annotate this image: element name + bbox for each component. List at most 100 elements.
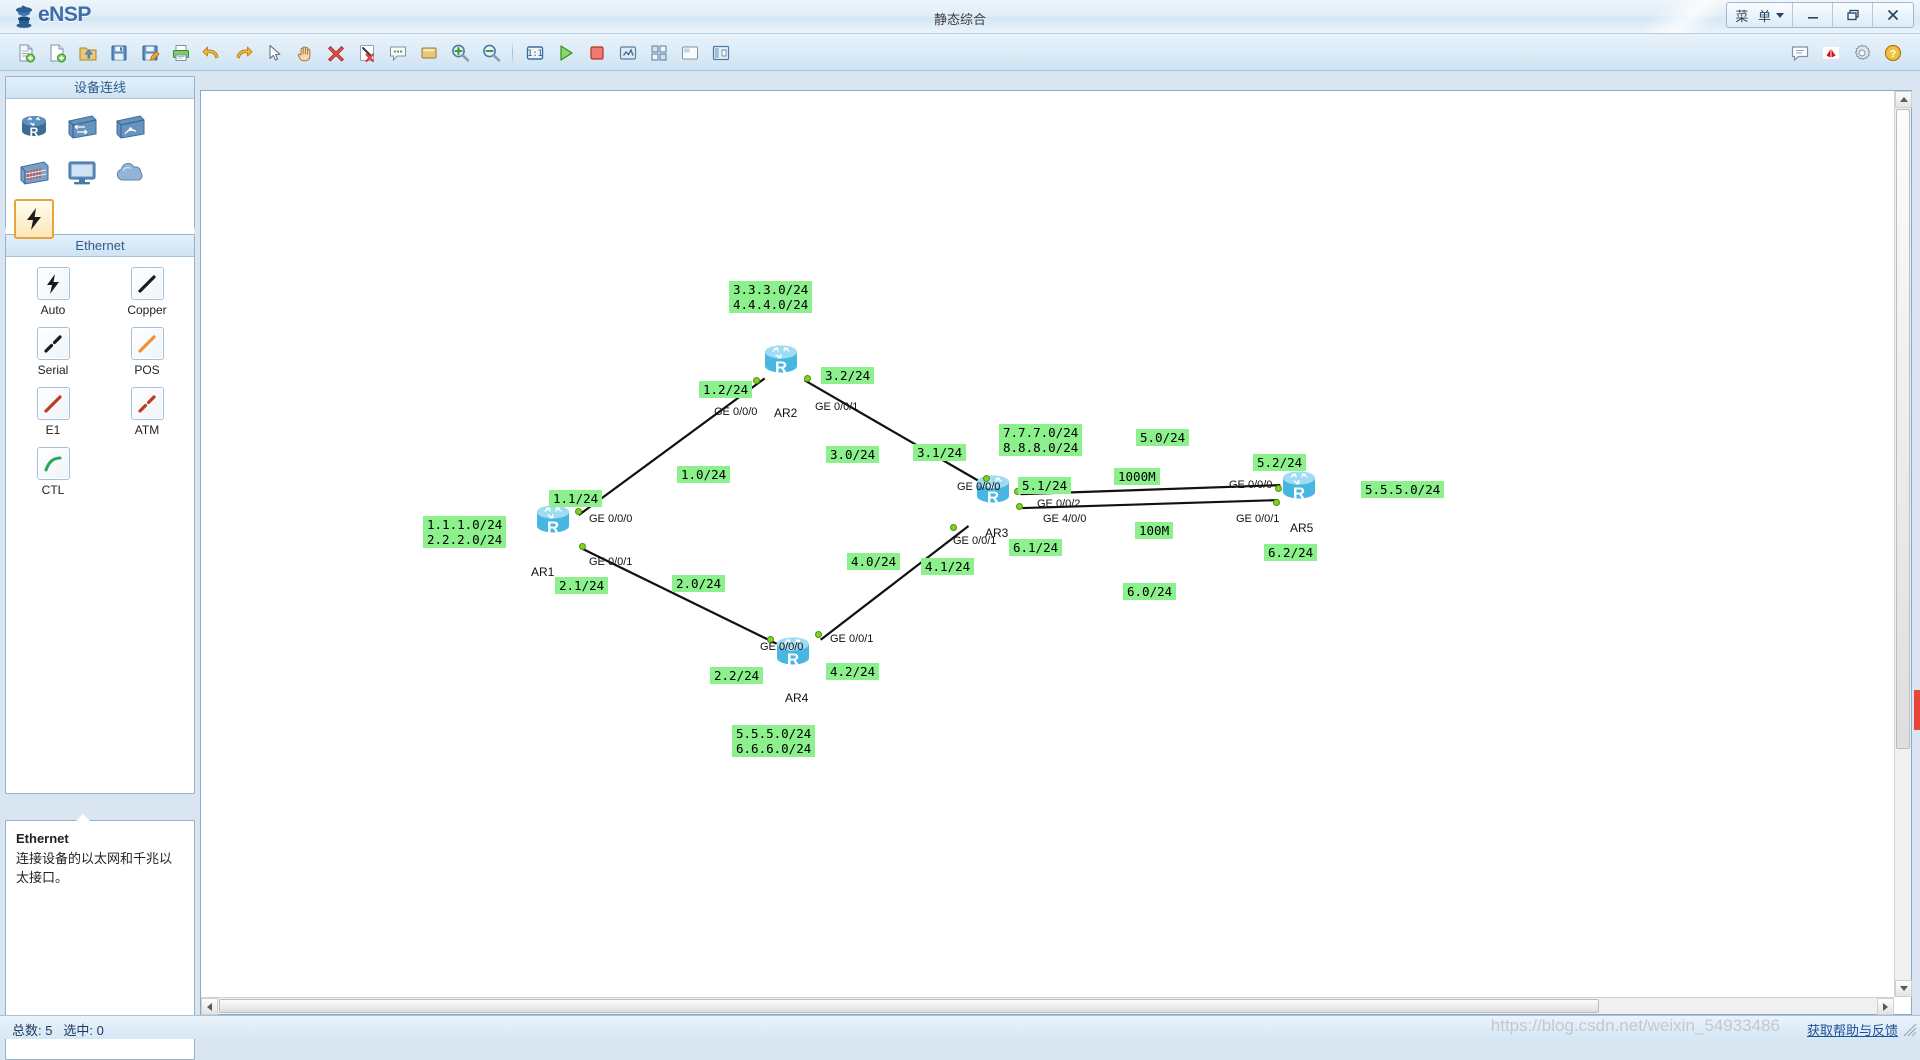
actual-size-button[interactable]: 1:1 [521, 39, 548, 66]
help-feedback-link[interactable]: 获取帮助与反馈 [1807, 1020, 1898, 1039]
chevron-down-icon [1900, 986, 1908, 991]
canvas-horizontal-scrollbar[interactable] [201, 997, 1894, 1014]
topology-node-ar4[interactable]: R [770, 632, 816, 674]
topology-link[interactable] [805, 380, 983, 483]
minimize-button[interactable] [1793, 3, 1833, 27]
select-tool-button[interactable] [260, 39, 287, 66]
grid-button[interactable] [645, 39, 672, 66]
annotation-tag[interactable]: 3.0/24 [826, 446, 879, 463]
cable-pos[interactable]: POS [100, 327, 194, 377]
device-switch[interactable] [62, 107, 102, 147]
cable-auto[interactable]: Auto [6, 267, 100, 317]
topology-link[interactable] [579, 378, 765, 515]
annotation-tag[interactable]: 5.5.5.0/24 6.6.6.0/24 [732, 725, 815, 757]
annotation-tag[interactable]: 4.0/24 [847, 553, 900, 570]
background-button[interactable] [676, 39, 703, 66]
new-topology-button[interactable] [12, 39, 39, 66]
save-button[interactable] [105, 39, 132, 66]
restore-panel-icon [711, 43, 731, 63]
zoom-out-button[interactable] [477, 39, 504, 66]
cable-ctl[interactable]: CTL [6, 447, 100, 497]
horizontal-scroll-thumb[interactable] [219, 999, 1599, 1013]
annotation-tag[interactable]: 6.1/24 [1009, 539, 1062, 556]
cable-copper[interactable]: Copper [100, 267, 194, 317]
device-palette-title: 设备连线 [6, 77, 194, 99]
device-router[interactable]: R [14, 107, 54, 147]
annotation-tag[interactable]: 5.0/24 [1136, 429, 1189, 446]
toolbar-right-group: ? [1784, 37, 1908, 68]
annotation-tag[interactable]: 1000M [1114, 468, 1160, 485]
pan-tool-button[interactable] [291, 39, 318, 66]
vertical-scroll-thumb[interactable] [1896, 109, 1910, 749]
annotation-tag[interactable]: 5.5.5.0/24 [1361, 481, 1444, 498]
topology-link[interactable] [821, 526, 969, 640]
menu-button[interactable]: 菜 单 [1727, 3, 1793, 27]
new-document-icon [16, 43, 36, 63]
cable-serial[interactable]: Serial [6, 327, 100, 377]
resize-grip[interactable] [1903, 1023, 1917, 1037]
capture-icon [618, 43, 638, 63]
zoom-in-button[interactable] [446, 39, 473, 66]
annotation-tag[interactable]: 6.0/24 [1123, 583, 1176, 600]
redo-button[interactable] [229, 39, 256, 66]
device-cloud[interactable] [110, 153, 150, 193]
topology-canvas[interactable]: R R R R R AR1AR2AR3AR4AR5GE 0/0/0GE 0/0/… [201, 91, 1894, 997]
start-all-button[interactable] [552, 39, 579, 66]
device-endpoint[interactable] [62, 153, 102, 193]
scroll-left-button[interactable] [201, 998, 218, 1015]
cable-e1[interactable]: E1 [6, 387, 100, 437]
huawei-button[interactable] [1817, 39, 1844, 66]
annotation-tag[interactable]: 3.2/24 [821, 367, 874, 384]
device-palette: 设备连线 R [5, 76, 195, 228]
annotation-tag[interactable]: 7.7.7.0/24 8.8.8.0/24 [999, 424, 1082, 456]
stop-all-button[interactable] [583, 39, 610, 66]
scroll-up-button[interactable] [1895, 91, 1912, 108]
device-connection[interactable] [14, 199, 54, 239]
annotation-tag[interactable]: 4.1/24 [921, 558, 974, 575]
settings-button[interactable] [1848, 39, 1875, 66]
feedback-button[interactable] [1786, 39, 1813, 66]
scroll-down-button[interactable] [1895, 980, 1912, 997]
annotation-tag[interactable]: 5.2/24 [1253, 454, 1306, 471]
annotation-tag[interactable]: 6.2/24 [1264, 544, 1317, 561]
redo-arrow-icon [233, 43, 253, 63]
new-blank-button[interactable] [43, 39, 70, 66]
topology-node-ar2[interactable]: R [758, 340, 804, 382]
save-as-button[interactable] [136, 39, 163, 66]
delete-cable-button[interactable] [353, 39, 380, 66]
annotation-tag[interactable]: 1.1.1.0/24 2.2.2.0/24 [423, 516, 506, 548]
annotation-tag[interactable]: 100M [1135, 522, 1173, 539]
switch-icon [65, 112, 99, 142]
annotation-tag[interactable]: 1.0/24 [677, 466, 730, 483]
device-wlan[interactable] [110, 107, 150, 147]
close-button[interactable] [1873, 3, 1913, 27]
title-bar: eNSP 静态综合 菜 单 [0, 0, 1920, 34]
annotation-tag[interactable]: 1.2/24 [699, 381, 752, 398]
annotation-tag[interactable]: 2.2/24 [710, 667, 763, 684]
annotation-tag[interactable]: 4.2/24 [826, 663, 879, 680]
print-button[interactable] [167, 39, 194, 66]
add-shape-button[interactable] [415, 39, 442, 66]
undo-button[interactable] [198, 39, 225, 66]
delete-button[interactable] [322, 39, 349, 66]
cable-atm[interactable]: ATM [100, 387, 194, 437]
add-note-button[interactable] [384, 39, 411, 66]
annotation-tag[interactable]: 2.0/24 [672, 575, 725, 592]
canvas-vertical-scrollbar[interactable] [1894, 91, 1911, 997]
annotation-tag[interactable]: 5.1/24 [1018, 477, 1071, 494]
interface-label: GE 0/0/0 [1229, 479, 1272, 491]
open-button[interactable] [74, 39, 101, 66]
topology-node-ar5[interactable]: R [1276, 466, 1322, 508]
restore-panel-button[interactable] [707, 39, 734, 66]
maximize-button[interactable] [1833, 3, 1873, 27]
total-value: 5 [45, 1023, 52, 1038]
capture-button[interactable] [614, 39, 641, 66]
annotation-tag[interactable]: 2.1/24 [555, 577, 608, 594]
annotation-tag[interactable]: 3.1/24 [913, 444, 966, 461]
device-firewall[interactable] [14, 153, 54, 193]
annotation-tag[interactable]: 1.1/24 [549, 490, 602, 507]
scroll-right-button[interactable] [1877, 998, 1894, 1015]
annotation-tag[interactable]: 3.3.3.0/24 4.4.4.0/24 [729, 281, 812, 313]
grid-icon [649, 43, 669, 63]
help-button[interactable]: ? [1879, 39, 1906, 66]
